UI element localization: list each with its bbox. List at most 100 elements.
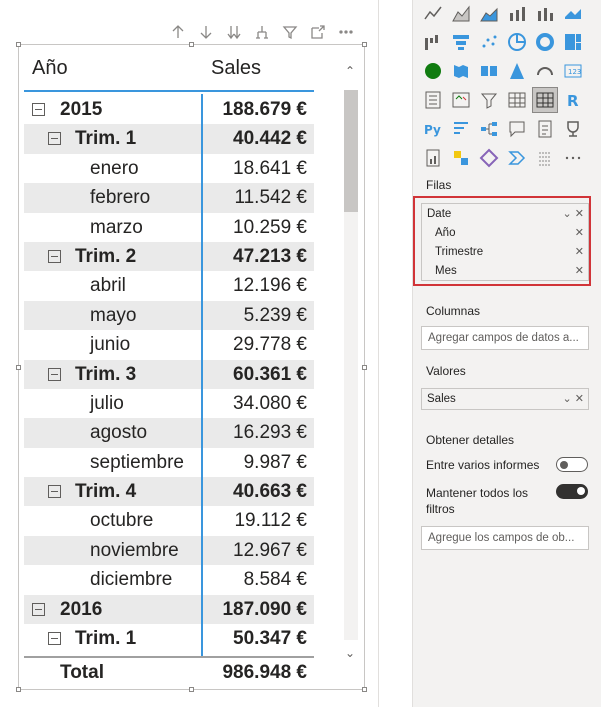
resize-handle[interactable] <box>362 687 367 692</box>
custom-visual-icon[interactable] <box>532 145 558 171</box>
paginated-report-icon[interactable] <box>420 145 446 171</box>
svg-text:Py: Py <box>424 123 441 137</box>
ribbon-chart-icon[interactable] <box>560 0 586 26</box>
pie-chart-icon[interactable] <box>504 29 530 55</box>
resize-handle[interactable] <box>16 365 21 370</box>
filter-icon[interactable] <box>278 21 302 43</box>
gauge-icon[interactable] <box>532 58 558 84</box>
key-influencers-icon[interactable] <box>448 116 474 142</box>
r-visual-icon[interactable]: R <box>560 87 586 113</box>
row-label: septiembre <box>90 451 184 473</box>
arrow-up-icon[interactable] <box>166 21 190 43</box>
smart-narrative-icon[interactable] <box>532 116 558 142</box>
arrow-down-icon[interactable] <box>194 21 218 43</box>
line-chart-icon[interactable] <box>420 0 446 26</box>
table-row[interactable]: diciembre 8.584 € <box>24 565 314 594</box>
card-icon[interactable]: 123 <box>560 58 586 84</box>
svg-text:R: R <box>567 92 579 110</box>
collapse-icon[interactable] <box>48 132 61 146</box>
matrix-icon[interactable] <box>532 87 558 113</box>
columns-well[interactable]: Agregar campos de datos a... <box>421 326 589 350</box>
scroll-down-icon[interactable]: ⌄ <box>344 646 356 660</box>
multirow-card-icon[interactable] <box>420 87 446 113</box>
python-visual-icon[interactable]: Py <box>420 116 446 142</box>
table-row[interactable]: febrero 11.542 € <box>24 183 314 213</box>
table-row[interactable]: noviembre 12.967 € <box>24 535 314 566</box>
resize-handle[interactable] <box>16 687 21 692</box>
table-row[interactable]: 2015 188.679 € <box>24 95 314 124</box>
shape-map-icon[interactable] <box>476 58 502 84</box>
row-label: enero <box>90 157 139 179</box>
drillthrough-well[interactable]: Agregue los campos de ob... <box>421 526 589 550</box>
table-row[interactable]: Trim. 2 47.213 € <box>24 241 314 272</box>
table-row[interactable]: abril 12.196 € <box>24 271 314 300</box>
collapse-icon[interactable] <box>48 249 61 263</box>
resize-handle[interactable] <box>362 365 367 370</box>
resize-handle[interactable] <box>362 42 367 47</box>
table-row[interactable]: enero 18.641 € <box>24 154 314 183</box>
area-chart-icon[interactable] <box>448 0 474 26</box>
decomposition-tree-icon[interactable] <box>476 116 502 142</box>
table-row[interactable]: octubre 19.112 € <box>24 506 314 535</box>
slicer-icon[interactable] <box>476 87 502 113</box>
scroll-thumb[interactable] <box>344 90 358 212</box>
goals-icon[interactable] <box>560 116 586 142</box>
row-value: 29.778 € <box>233 334 307 356</box>
collapse-icon[interactable] <box>32 103 45 116</box>
values-header-label[interactable]: Sales <box>211 57 261 80</box>
table-row[interactable]: julio 34.080 € <box>24 389 314 418</box>
cross-report-toggle[interactable] <box>556 457 588 472</box>
waterfall-chart-icon[interactable] <box>420 29 446 55</box>
collapse-icon[interactable] <box>32 602 45 616</box>
chevron-down-icon[interactable]: ⌄ ✕ <box>563 390 585 409</box>
table-icon[interactable] <box>504 87 530 113</box>
collapse-icon[interactable] <box>48 485 61 499</box>
table-row[interactable]: junio 29.778 € <box>24 330 314 359</box>
line-clustered-column-icon[interactable] <box>504 0 530 26</box>
keep-filters-toggle[interactable] <box>556 484 588 499</box>
donut-chart-icon[interactable] <box>532 29 558 55</box>
expand-hierarchy-icon[interactable] <box>250 21 274 43</box>
collapse-icon[interactable] <box>48 632 61 646</box>
double-arrow-down-icon[interactable] <box>222 21 246 43</box>
table-row[interactable]: Trim. 1 50.347 € <box>24 624 314 653</box>
more-options-icon[interactable] <box>334 21 358 43</box>
row-header-label[interactable]: Año <box>32 57 68 80</box>
funnel-chart-icon[interactable] <box>448 29 474 55</box>
power-apps-icon[interactable] <box>476 145 502 171</box>
focus-mode-icon[interactable] <box>306 21 330 43</box>
table-row[interactable]: agosto 16.293 € <box>24 418 314 448</box>
resize-handle[interactable] <box>16 42 21 47</box>
filled-map-icon[interactable] <box>448 58 474 84</box>
qna-icon[interactable] <box>504 116 530 142</box>
azure-map-icon[interactable] <box>504 58 530 84</box>
resize-handle[interactable] <box>189 687 194 692</box>
resize-handle[interactable] <box>189 42 194 47</box>
values-well[interactable]: Sales ⌄ ✕ <box>421 388 589 410</box>
kpi-icon[interactable] <box>448 87 474 113</box>
vertical-scrollbar[interactable]: ⌃ ⌄ <box>340 60 360 665</box>
treemap-icon[interactable] <box>560 29 586 55</box>
power-automate-flow-icon[interactable] <box>504 145 530 171</box>
visualizations-pane: 123 R Py Filas Date ⌄ ✕ Año ✕ Trimestre ✕ M… <box>412 0 601 707</box>
table-row[interactable]: septiembre 9.987 € <box>24 448 314 477</box>
more-visuals-icon[interactable] <box>560 145 586 171</box>
map-icon[interactable] <box>420 58 446 84</box>
matrix-visual[interactable]: Año Sales 2015 188.679 € Trim. 1 40.442 € … <box>24 50 314 686</box>
table-row[interactable]: Trim. 1 40.442 € <box>24 124 314 154</box>
table-row[interactable]: marzo 10.259 € <box>24 213 314 242</box>
row-value: 187.090 € <box>222 598 307 620</box>
power-automate-icon[interactable] <box>448 145 474 171</box>
table-row[interactable]: 2016 187.090 € <box>24 594 314 625</box>
field-chip-sales[interactable]: Sales ⌄ ✕ <box>422 390 588 409</box>
table-row[interactable]: Trim. 3 60.361 € <box>24 359 314 389</box>
line-stacked-column-icon[interactable] <box>532 0 558 26</box>
collapse-icon[interactable] <box>48 367 61 381</box>
stacked-area-chart-icon[interactable] <box>476 0 502 26</box>
row-label: Trim. 1 <box>75 128 137 150</box>
row-value: 11.542 € <box>234 187 307 209</box>
scatter-chart-icon[interactable] <box>476 29 502 55</box>
scroll-up-icon[interactable]: ⌃ <box>344 64 356 78</box>
table-row[interactable]: Trim. 4 40.663 € <box>24 477 314 507</box>
table-row[interactable]: mayo 5.239 € <box>24 300 314 331</box>
